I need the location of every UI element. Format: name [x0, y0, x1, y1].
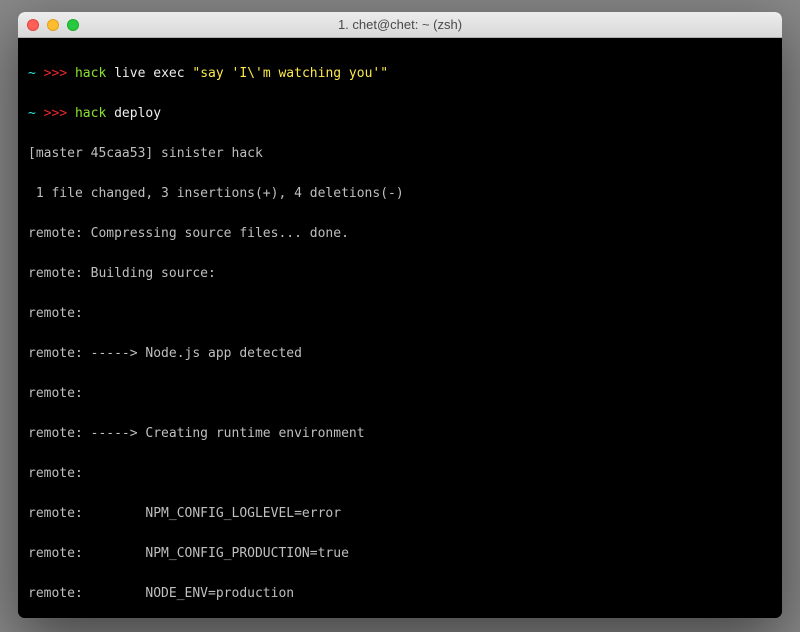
output-line: remote: NODE_ENV=production [28, 584, 772, 604]
prompt-cwd: ~ [28, 106, 36, 121]
output-line: remote: [28, 384, 772, 404]
output-line: remote: -----> Node.js app detected [28, 344, 772, 364]
cmd2-args: deploy [114, 106, 161, 121]
terminal-body[interactable]: ~ >>> hack live exec "say 'I\'m watching… [18, 38, 782, 618]
cmd1-string: "say 'I\'m watching you'" [192, 66, 388, 81]
minimize-icon[interactable] [47, 19, 59, 31]
prompt-cwd: ~ [28, 66, 36, 81]
window-title: 1. chet@chet: ~ (zsh) [18, 17, 782, 32]
cmd1-args: live exec [114, 66, 192, 81]
output-line: 1 file changed, 3 insertions(+), 4 delet… [28, 184, 772, 204]
output-line: remote: [28, 464, 772, 484]
output-line: remote: [28, 304, 772, 324]
output-line: remote: NPM_CONFIG_PRODUCTION=true [28, 544, 772, 564]
zoom-icon[interactable] [67, 19, 79, 31]
output-line: remote: -----> Creating runtime environm… [28, 424, 772, 444]
titlebar[interactable]: 1. chet@chet: ~ (zsh) [18, 12, 782, 38]
prompt-line-1: ~ >>> hack live exec "say 'I\'m watching… [28, 64, 772, 84]
output-line: remote: NPM_CONFIG_LOGLEVEL=error [28, 504, 772, 524]
cmd2-prog: hack [75, 106, 106, 121]
output-line: remote: Compressing source files... done… [28, 224, 772, 244]
prompt-arrows: >>> [44, 66, 67, 81]
output-line: [master 45caa53] sinister hack [28, 144, 772, 164]
cmd1-prog: hack [75, 66, 106, 81]
traffic-lights [18, 19, 79, 31]
close-icon[interactable] [27, 19, 39, 31]
prompt-arrows: >>> [44, 106, 67, 121]
terminal-window: 1. chet@chet: ~ (zsh) ~ >>> hack live ex… [18, 12, 782, 618]
output-line: remote: Building source: [28, 264, 772, 284]
prompt-line-2: ~ >>> hack deploy [28, 104, 772, 124]
